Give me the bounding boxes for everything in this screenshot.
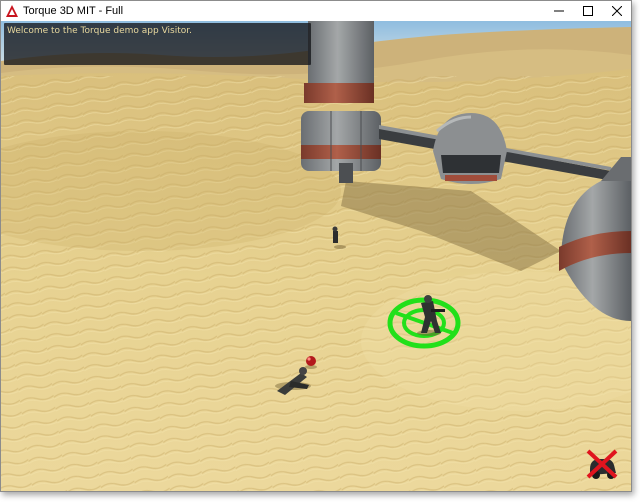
no-vehicle-icon xyxy=(586,449,618,479)
chat-hud: Welcome to the Torque demo app Visitor. xyxy=(4,23,311,65)
torque-logo-icon xyxy=(6,5,18,17)
minimize-icon xyxy=(553,10,564,12)
minimize-button[interactable] xyxy=(544,1,573,21)
maximize-icon xyxy=(582,6,593,16)
chat-message: Welcome to the Torque demo app Visitor. xyxy=(7,26,192,36)
desert-scene xyxy=(1,21,631,491)
close-button[interactable] xyxy=(602,1,631,21)
game-viewport[interactable]: Welcome to the Torque demo app Visitor. xyxy=(1,21,631,491)
app-window: Torque 3D MIT - Full Welcome to the Torq… xyxy=(0,0,632,492)
tower-structure xyxy=(301,21,381,183)
close-icon xyxy=(611,6,622,16)
maximize-button[interactable] xyxy=(573,1,602,21)
title-bar[interactable]: Torque 3D MIT - Full xyxy=(1,1,631,21)
window-title: Torque 3D MIT - Full xyxy=(23,5,124,17)
